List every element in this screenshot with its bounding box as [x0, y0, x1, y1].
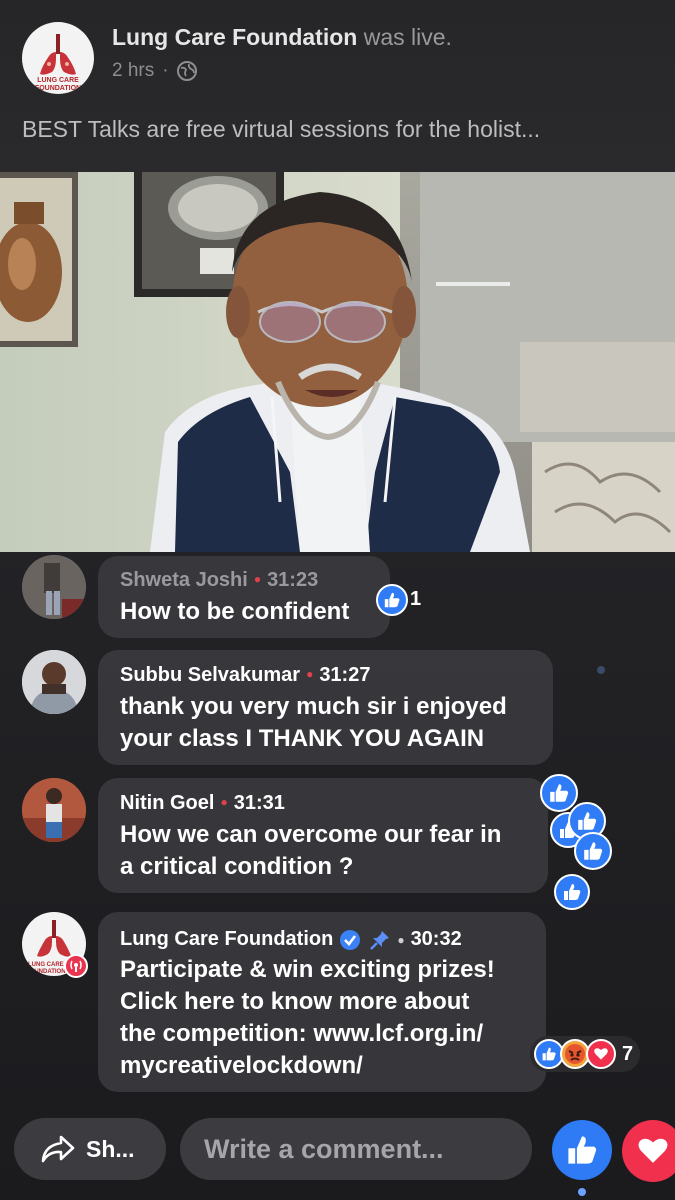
- floating-like-icon: [540, 774, 578, 812]
- comment-text-line: How to be confident: [120, 598, 350, 625]
- heart-icon: [638, 1138, 668, 1163]
- comment-text-line: thank you very much sir i enjoyed: [120, 693, 507, 720]
- comment-link-line[interactable]: the competition: www.lcf.org.in/: [120, 1018, 483, 1050]
- live-dot: ●: [253, 572, 262, 586]
- live-video-screen: LUNG CARE FOUNDATION Lung Care Foundatio…: [0, 0, 675, 1200]
- comment-timestamp: 31:23: [267, 569, 319, 591]
- post-header: LUNG CARE FOUNDATION Lung Care Foundatio…: [0, 0, 675, 172]
- live-broadcast-icon: [64, 954, 88, 978]
- comment-timestamp: 31:27: [319, 664, 371, 686]
- comment-link-line[interactable]: mycreativelockdown/: [120, 1050, 363, 1082]
- globe-icon: [176, 61, 197, 81]
- pin-icon: [369, 929, 391, 951]
- active-indicator-dot: [578, 1188, 586, 1196]
- live-dot: ●: [220, 795, 228, 809]
- share-label: Sh...: [86, 1135, 135, 1162]
- comment-author[interactable]: Subbu Selvakumar ● 31:27: [120, 664, 370, 687]
- love-button[interactable]: [622, 1120, 675, 1182]
- comment-bubble[interactable]: Nitin Goel ● 31:31 How we can overcome our…: [98, 778, 548, 893]
- reaction-count: 7: [622, 1042, 634, 1065]
- share-button[interactable]: Sh...: [14, 1118, 166, 1180]
- floating-like-icon: [574, 832, 612, 870]
- video-frame-image: [0, 172, 675, 552]
- logo-text-2: FOUNDATION: [34, 85, 82, 92]
- logo-text-1: LUNG CARE: [37, 77, 79, 84]
- love-reaction-icon: [586, 1039, 616, 1069]
- comment-timestamp: 31:31: [233, 792, 285, 814]
- comment-author-name: Lung Care Foundation: [120, 928, 334, 950]
- floating-like-icon: [554, 874, 590, 910]
- comment-text-line: Participate & win exciting prizes!: [120, 956, 495, 983]
- comment-text-line: a critical condition ?: [120, 853, 354, 880]
- commenter-avatar[interactable]: [22, 778, 86, 842]
- comment-timestamp: 30:32: [410, 928, 462, 950]
- meta-separator: ·: [162, 60, 169, 81]
- like-reaction-icon[interactable]: [376, 584, 408, 616]
- page-avatar[interactable]: LUNG CARE FOUNDATION: [22, 22, 94, 94]
- thumbs-up-icon: [568, 1136, 597, 1164]
- comment-author[interactable]: Lung Care Foundation ● 30:32: [120, 928, 462, 951]
- comment-author-name: Shweta Joshi: [120, 569, 248, 591]
- commenter-avatar[interactable]: [22, 650, 86, 714]
- post-time[interactable]: 2 hrs: [112, 60, 154, 82]
- page-name-link[interactable]: Lung Care Foundation: [112, 24, 357, 50]
- svg-text:LUNG CARE: LUNG CARE: [28, 962, 64, 968]
- comment-bubble[interactable]: Shweta Joshi ● 31:23 How to be confident: [98, 556, 390, 638]
- comment-text-line: your class I THANK YOU AGAIN: [120, 725, 485, 752]
- comment-text-line: How we can overcome our fear in: [120, 821, 502, 848]
- comment-author[interactable]: Shweta Joshi ● 31:23: [120, 569, 318, 592]
- live-dot: ●: [306, 667, 314, 681]
- separator-dot: ●: [397, 932, 405, 947]
- comment-author-name: Nitin Goel: [120, 792, 215, 814]
- post-description[interactable]: BEST Talks are free virtual sessions for…: [22, 116, 662, 143]
- live-status: was live.: [363, 24, 452, 50]
- share-icon: [41, 1135, 75, 1163]
- floating-reaction-dot: [597, 666, 605, 674]
- comment-input[interactable]: [180, 1118, 532, 1180]
- comment-author[interactable]: Nitin Goel ● 31:31: [120, 792, 285, 815]
- like-button[interactable]: [552, 1120, 612, 1180]
- comment-bubble[interactable]: Subbu Selvakumar ● 31:27 thank you very mu…: [98, 650, 553, 765]
- comment-text-line: Click here to know more about: [120, 988, 470, 1015]
- post-title: Lung Care Foundation was live.: [112, 24, 452, 51]
- comment-author-name: Subbu Selvakumar: [120, 664, 301, 686]
- verified-badge-icon: [339, 929, 361, 951]
- comment-bubble[interactable]: Lung Care Foundation ● 30:32 Participate …: [98, 912, 546, 1092]
- svg-text:FOUNDATION: FOUNDATION: [26, 969, 66, 975]
- reaction-count: 1: [410, 588, 422, 610]
- commenter-avatar[interactable]: [22, 555, 86, 619]
- post-meta: 2 hrs ·: [112, 60, 197, 82]
- live-video-player[interactable]: [0, 172, 675, 552]
- reactions-summary[interactable]: 7: [530, 1036, 640, 1072]
